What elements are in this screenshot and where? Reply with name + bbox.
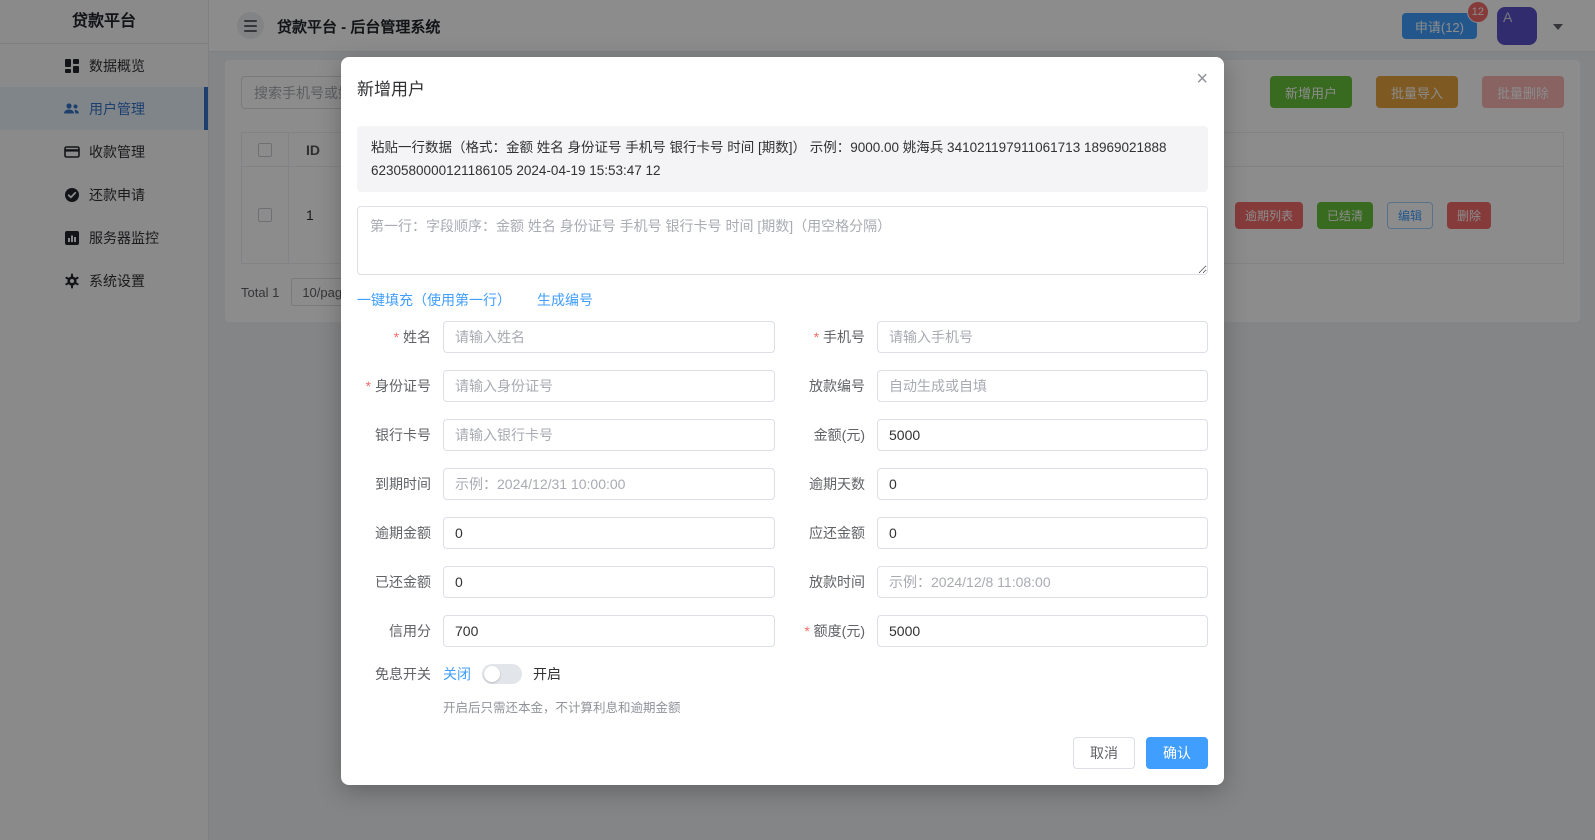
app: 贷款平台 数据概览 用户管理 收款管理 还款申请: [0, 0, 1595, 840]
credit-score-label: 信用分: [357, 621, 443, 641]
interest-free-helper-text: 开启后只需还本金，不计算利息和逾期金额: [443, 697, 1208, 716]
quota-field[interactable]: [877, 615, 1208, 647]
interest-free-switch[interactable]: [482, 664, 522, 684]
grant-time-field[interactable]: [877, 566, 1208, 598]
overdue-amount-field[interactable]: [443, 517, 775, 549]
paste-data-textarea[interactable]: [357, 206, 1208, 275]
close-icon[interactable]: ×: [1196, 69, 1208, 89]
add-user-modal: 新增用户 × 粘贴一行数据（格式：金额 姓名 身份证号 手机号 银行卡号 时间 …: [341, 57, 1224, 785]
repayable-amount-field[interactable]: [877, 517, 1208, 549]
loan-number-field[interactable]: [877, 370, 1208, 402]
generate-number-link[interactable]: 生成编号: [537, 290, 593, 310]
paste-format-hint: 粘贴一行数据（格式：金额 姓名 身份证号 手机号 银行卡号 时间 [期数]） 示…: [357, 126, 1208, 192]
name-field[interactable]: [443, 321, 775, 353]
overdue-amount-label: 逾期金额: [357, 523, 443, 543]
amount-label: 金额(元): [775, 425, 877, 445]
quick-links: 一键填充（使用第一行） 生成编号: [357, 290, 1208, 310]
one-click-fill-link[interactable]: 一键填充（使用第一行）: [357, 290, 511, 310]
due-time-field[interactable]: [443, 468, 775, 500]
confirm-button[interactable]: 确认: [1146, 737, 1208, 769]
quota-label: 额度(元): [775, 621, 877, 641]
add-user-form: 姓名 手机号 身份证号 放款编号 银行卡号 金额(元) 到期时间 逾期天数 逾期…: [357, 321, 1208, 716]
repayable-amount-label: 应还金额: [775, 523, 877, 543]
id-card-label: 身份证号: [357, 376, 443, 396]
switch-knob: [484, 666, 500, 682]
cancel-button[interactable]: 取消: [1073, 737, 1135, 769]
name-label: 姓名: [357, 327, 443, 347]
bank-card-field[interactable]: [443, 419, 775, 451]
grant-time-label: 放款时间: [775, 572, 877, 592]
toggle-off-label: 关闭: [443, 664, 471, 684]
phone-field[interactable]: [877, 321, 1208, 353]
modal-footer: 取消 确认: [1073, 737, 1208, 769]
repaid-amount-field[interactable]: [443, 566, 775, 598]
overdue-days-label: 逾期天数: [775, 474, 877, 494]
overdue-days-field[interactable]: [877, 468, 1208, 500]
repaid-amount-label: 已还金额: [357, 572, 443, 592]
credit-score-field[interactable]: [443, 615, 775, 647]
loan-number-label: 放款编号: [775, 376, 877, 396]
bank-card-label: 银行卡号: [357, 425, 443, 445]
amount-field[interactable]: [877, 419, 1208, 451]
toggle-on-label: 开启: [533, 664, 561, 684]
modal-title: 新增用户: [357, 75, 1208, 100]
phone-label: 手机号: [775, 327, 877, 347]
interest-free-toggle-row: 关闭 开启: [443, 664, 1208, 684]
due-time-label: 到期时间: [357, 474, 443, 494]
id-card-field[interactable]: [443, 370, 775, 402]
interest-free-label: 免息开关: [357, 664, 443, 684]
